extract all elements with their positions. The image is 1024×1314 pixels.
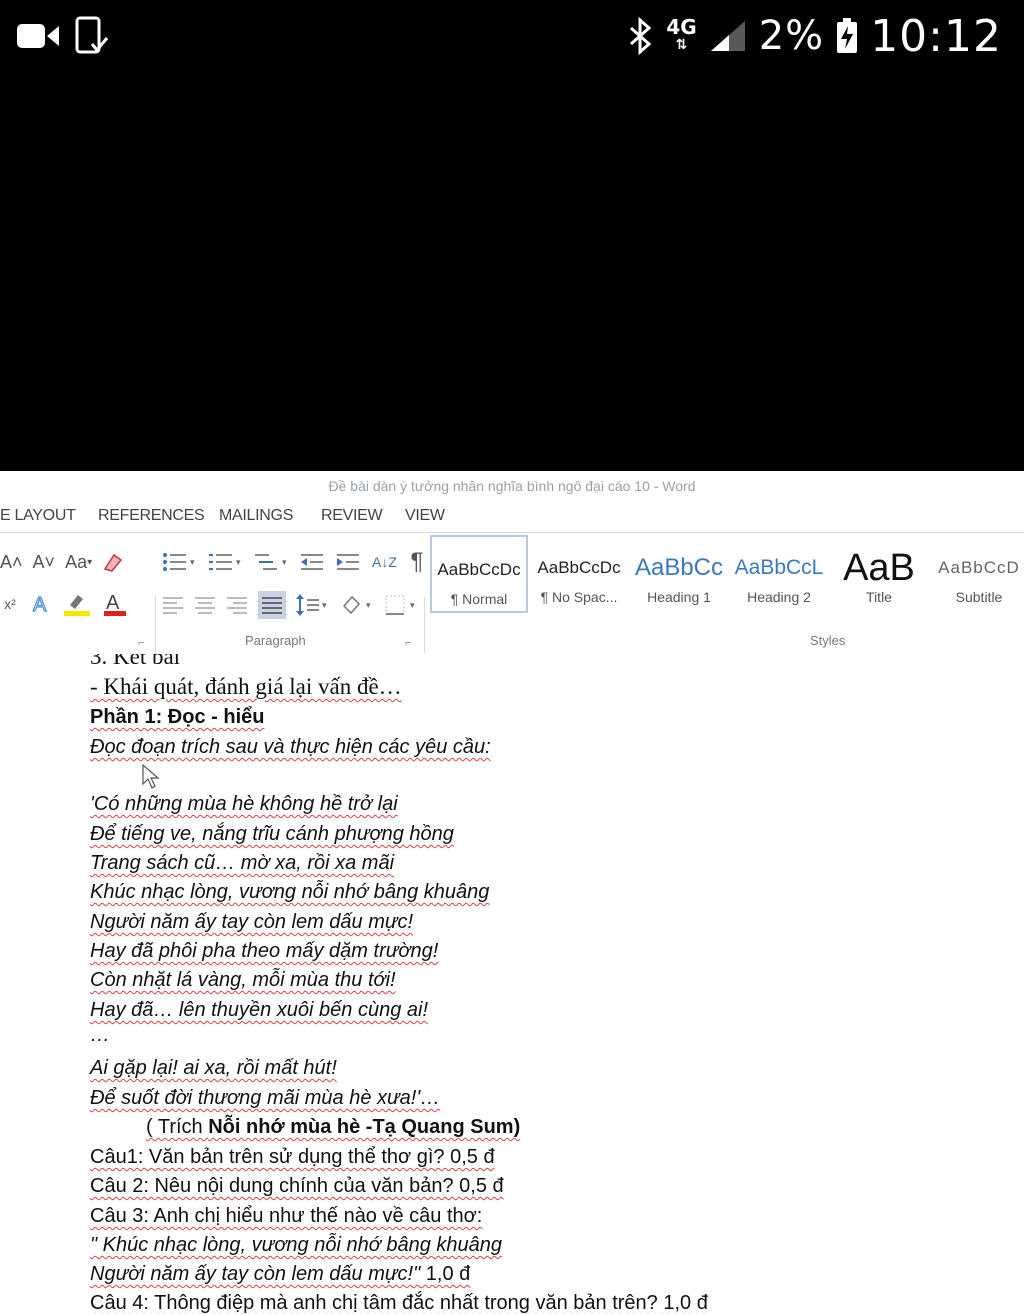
highlight-color-icon[interactable]	[62, 591, 92, 617]
clock: 10:12	[870, 10, 1002, 62]
status-left-icons	[16, 16, 110, 56]
status-right-icons: 4G ⇅ 2% 10:12	[628, 8, 1002, 64]
device-check-icon	[75, 16, 109, 54]
style-normal[interactable]: AaBbCcDc ¶ Normal	[430, 535, 528, 613]
styles-gallery: AaBbCcDc ¶ Normal AaBbCcDc ¶ No Spac... …	[428, 533, 1024, 631]
ribbon: A˄ A˅ Aa ▾ x² A A ▾ ▾ ▾ A↓Z ¶ ▾ ▾ ▾ ⌐ Pa…	[0, 533, 1024, 679]
signal-icon	[710, 21, 745, 51]
word-window: Đề bài dàn ý tưởng nhân nghĩa bình ngô đ…	[0, 471, 1024, 1314]
align-right-icon[interactable]	[226, 594, 248, 616]
poem-line: 'Có những mùa hè không hề trở lại	[90, 793, 398, 815]
network-type-icon: 4G ⇅	[666, 15, 697, 53]
font-color-icon[interactable]: A	[102, 591, 128, 617]
bluetooth-icon	[630, 17, 652, 55]
status-bar: 4G ⇅ 2% 10:12	[0, 0, 1024, 72]
font-dialog-launcher[interactable]: ⌐	[138, 637, 144, 649]
window-title: Đề bài dàn ý tưởng nhân nghĩa bình ngô đ…	[0, 471, 1024, 501]
superscript-icon[interactable]: x²	[0, 591, 20, 617]
paragraph-group-label: Paragraph	[245, 633, 306, 648]
poem-line: Khúc nhạc lòng, vương nỗi nhớ bâng khuân…	[90, 881, 490, 903]
paragraph-row-1: ▾ ▾ ▾ A↓Z ¶	[162, 548, 427, 575]
bullets-icon[interactable]: ▾	[162, 551, 198, 573]
poem-line: Hay đã… lên thuyền xuôi bến cùng ai!	[90, 999, 428, 1021]
section-heading: Phần 1: Đọc - hiểu	[90, 706, 265, 728]
question-2: Câu 2: Nêu nội dung chính của văn bản? 0…	[90, 1175, 504, 1197]
document-page[interactable]: 3. Kết bài - Khái quát, đánh giá lại vấn…	[0, 654, 1024, 1314]
paragraph-row-2: ▾ ▾ ▾	[162, 591, 418, 619]
decrease-indent-icon[interactable]	[300, 551, 326, 573]
ribbon-tabs: E LAYOUT REFERENCES MAILINGS REVIEW VIEW	[0, 501, 1024, 533]
mouse-cursor-icon	[142, 764, 160, 789]
poem-line: Để tiếng ve, nắng trĩu cánh phượng hồng	[90, 823, 454, 845]
svg-text:A: A	[106, 592, 120, 614]
question-3-quote: " Khúc nhạc lòng, vương nỗi nhớ bâng khu…	[90, 1234, 503, 1256]
text-effects-icon[interactable]: A	[30, 592, 52, 616]
poem-source: ( Trích Nỗi nhớ mùa hè -Tạ Quang Sum)	[146, 1116, 521, 1138]
align-left-icon[interactable]	[162, 594, 184, 616]
svg-text:▾: ▾	[366, 600, 371, 610]
style-heading-2[interactable]: AaBbCcL Heading 2	[730, 535, 828, 615]
style-no-spacing[interactable]: AaBbCcDc ¶ No Spac...	[530, 535, 628, 615]
tab-references[interactable]: REFERENCES	[98, 507, 205, 525]
justify-icon[interactable]	[258, 591, 286, 619]
battery-charging-icon	[837, 18, 858, 53]
question-1: Câu1: Văn bản trên sử dụng thể thơ gì? 0…	[90, 1146, 495, 1168]
tab-view[interactable]: VIEW	[405, 507, 445, 525]
poem-line: Người năm ấy tay còn lem dấu mực!	[90, 911, 414, 933]
change-case-button[interactable]: Aa ▾	[65, 549, 92, 575]
doc-line: Đọc đoạn trích sau và thực hiện các yêu …	[90, 736, 491, 758]
svg-text:▾: ▾	[282, 557, 287, 567]
question-3-quote-end: Người năm ấy tay còn lem dấu mực!" 1,0 đ	[90, 1263, 471, 1285]
poem-line: Để suốt đời thương mãi mùa hè xưa!'…	[90, 1087, 441, 1109]
video-overlay-area	[0, 72, 1024, 471]
video-camera-icon	[17, 24, 59, 48]
svg-text:▾: ▾	[322, 600, 327, 610]
style-title[interactable]: AaB Title	[830, 535, 928, 615]
question-4: Câu 4: Thông điệp mà anh chị tâm đắc nhấ…	[90, 1292, 708, 1314]
numbering-icon[interactable]: ▾	[208, 551, 244, 573]
poem-line: Trang sách cũ… mờ xa, rồi xa mãi	[90, 852, 395, 874]
tab-mailings[interactable]: MAILINGS	[219, 507, 293, 525]
increase-indent-icon[interactable]	[336, 551, 362, 573]
show-formatting-icon[interactable]: ¶	[407, 548, 427, 575]
poem-line: Còn nhặt lá vàng, mỗi mùa thu tới!	[90, 969, 396, 991]
style-heading-1[interactable]: AaBbCc Heading 1	[630, 535, 728, 615]
poem-line: Hay đã phôi pha theo mấy dặm trường!	[90, 940, 439, 962]
style-subtitle[interactable]: AaBbCcD Subtitle	[930, 535, 1024, 615]
doc-line: - Khái quát, đánh giá lại vấn đề…	[90, 674, 402, 699]
battery-percent: 2%	[758, 13, 825, 59]
styles-group-label: Styles	[810, 633, 846, 648]
shading-icon[interactable]: ▾	[340, 594, 374, 616]
tab-page-layout[interactable]: E LAYOUT	[0, 507, 76, 525]
question-3: Câu 3: Anh chị hiểu như thế nào về câu t…	[90, 1205, 483, 1227]
grow-font-icon[interactable]: A˄	[0, 549, 23, 575]
svg-text:▾: ▾	[190, 557, 195, 567]
font-row-2: x² A A	[0, 591, 128, 617]
poem-ellipsis: …	[90, 1024, 110, 1046]
svg-text:▾: ▾	[236, 557, 241, 567]
align-center-icon[interactable]	[194, 594, 216, 616]
multilevel-list-icon[interactable]: ▾	[254, 551, 290, 573]
paragraph-dialog-launcher[interactable]: ⌐	[405, 637, 411, 649]
shrink-font-icon[interactable]: A˅	[33, 549, 56, 575]
sort-icon[interactable]: A↓Z	[372, 549, 397, 575]
line-spacing-icon[interactable]: ▾	[296, 594, 330, 616]
svg-text:▾: ▾	[410, 600, 415, 610]
tab-review[interactable]: REVIEW	[321, 507, 383, 525]
font-row-1: A˄ A˅ Aa ▾	[0, 549, 124, 575]
borders-icon[interactable]: ▾	[384, 594, 418, 616]
poem-line: Ai gặp lại! ai xa, rồi mất hút!	[90, 1057, 337, 1079]
svg-text:A: A	[33, 594, 47, 616]
clear-formatting-icon[interactable]	[102, 551, 124, 573]
